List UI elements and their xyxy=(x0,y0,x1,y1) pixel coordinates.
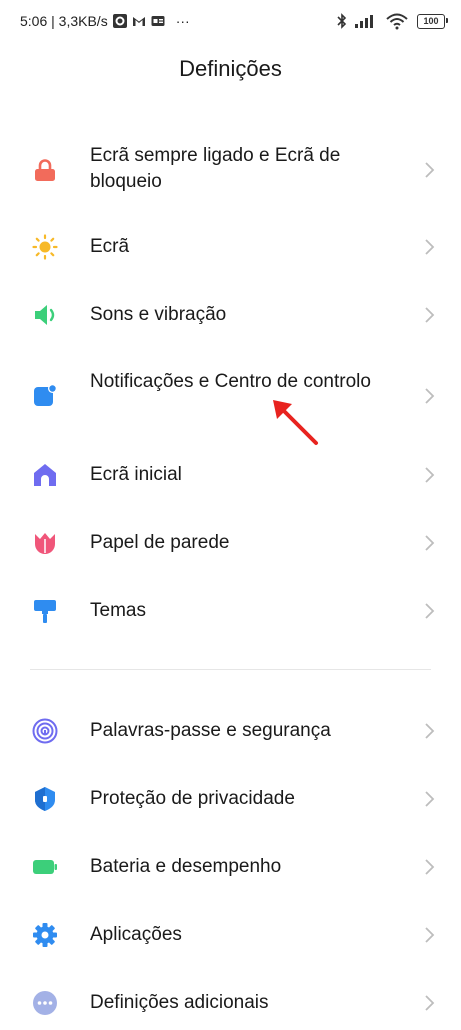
status-time: 5:06 | 3,3KB/s xyxy=(20,13,108,29)
settings-item-themes[interactable]: Temas xyxy=(0,584,461,638)
settings-item-wallpaper[interactable]: Papel de parede xyxy=(0,516,461,570)
settings-item-apps[interactable]: Aplicações xyxy=(0,908,461,962)
settings-item-label: Ecrã sempre ligado e Ecrã de bloqueio xyxy=(90,145,341,192)
settings-item-privacy[interactable]: Proteção de privacidade xyxy=(0,772,461,826)
status-bar: 5:06 | 3,3KB/s ··· 100 xyxy=(0,0,461,44)
annotation-arrow-icon xyxy=(273,400,318,445)
app-notification-icon xyxy=(112,14,127,28)
page-title: Definições xyxy=(179,56,282,81)
gear-icon xyxy=(32,922,58,948)
chevron-right-icon xyxy=(425,388,435,404)
section-divider xyxy=(30,669,431,670)
settings-item-label: Ecrã inicial xyxy=(90,464,182,485)
settings-item-label: Sons e vibração xyxy=(90,304,227,325)
chevron-right-icon xyxy=(425,859,435,875)
tulip-icon xyxy=(32,530,58,556)
status-right: 100 xyxy=(337,12,448,30)
battery-level: 100 xyxy=(423,16,439,26)
settings-item-battery[interactable]: Bateria e desempenho xyxy=(0,840,461,894)
lock-icon xyxy=(32,157,58,183)
battery-indicator: 100 xyxy=(417,13,448,29)
settings-item-label: Proteção de privacidade xyxy=(90,788,295,809)
settings-item-lock-screen[interactable]: Ecrã sempre ligado e Ecrã de bloqueio xyxy=(0,140,461,200)
card-icon xyxy=(151,16,165,26)
chevron-right-icon xyxy=(425,467,435,483)
gmail-icon xyxy=(132,17,145,26)
bluetooth-icon xyxy=(337,13,347,29)
settings-item-label: Ecrã xyxy=(90,236,130,257)
chevron-right-icon xyxy=(425,723,435,739)
settings-item-label: Papel de parede xyxy=(90,532,230,553)
settings-item-label: Notificações e Centro de controlo xyxy=(90,371,371,392)
chevron-right-icon xyxy=(425,535,435,551)
settings-item-display[interactable]: Ecrã xyxy=(0,220,461,274)
chevron-right-icon xyxy=(425,995,435,1011)
chevron-right-icon xyxy=(425,162,435,178)
paint-roller-icon xyxy=(32,598,58,624)
sun-icon xyxy=(32,234,58,260)
status-more: ··· xyxy=(175,13,190,29)
notification-icon xyxy=(32,383,58,409)
settings-item-label: Temas xyxy=(90,600,146,621)
home-icon xyxy=(32,462,58,488)
settings-item-label: Palavras-passe e segurança xyxy=(90,720,331,741)
shield-icon xyxy=(32,786,58,812)
fingerprint-icon xyxy=(32,718,58,744)
settings-item-additional[interactable]: Definições adicionais xyxy=(0,976,461,1030)
settings-item-label: Aplicações xyxy=(90,924,182,945)
settings-item-home-screen[interactable]: Ecrã inicial xyxy=(0,448,461,502)
settings-item-label: Definições adicionais xyxy=(90,992,269,1013)
chevron-right-icon xyxy=(425,603,435,619)
settings-item-notifications[interactable]: Notificações e Centro de controlo xyxy=(0,366,461,426)
speaker-icon xyxy=(32,302,58,328)
signal-icon xyxy=(355,15,373,28)
wifi-icon xyxy=(386,13,408,30)
chevron-right-icon xyxy=(425,239,435,255)
chevron-right-icon xyxy=(425,927,435,943)
chevron-right-icon xyxy=(425,791,435,807)
more-icon xyxy=(32,990,58,1016)
settings-item-label: Bateria e desempenho xyxy=(90,856,282,877)
battery-icon xyxy=(32,854,58,880)
status-left: 5:06 | 3,3KB/s ··· xyxy=(20,13,190,29)
settings-item-passwords-security[interactable]: Palavras-passe e segurança xyxy=(0,704,461,758)
settings-item-sound[interactable]: Sons e vibração xyxy=(0,288,461,342)
chevron-right-icon xyxy=(425,307,435,323)
